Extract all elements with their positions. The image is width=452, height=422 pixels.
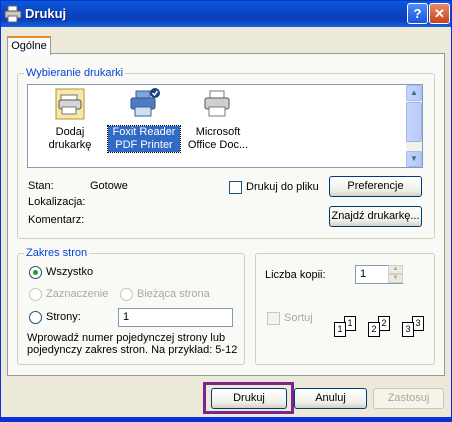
pages-input[interactable]: 1 bbox=[118, 308, 233, 327]
printer-icon bbox=[204, 90, 230, 117]
print-to-file-checkbox[interactable] bbox=[229, 181, 242, 194]
printer-label: Microsoft bbox=[195, 126, 241, 138]
range-current-page-radio[interactable] bbox=[120, 288, 133, 301]
location-label: Lokalizacja: bbox=[28, 196, 86, 208]
window-title: Drukuj bbox=[25, 6, 67, 21]
title-bar[interactable]: Drukuj ? ✕ bbox=[1, 1, 451, 27]
preferences-button[interactable]: Preferencje bbox=[329, 176, 422, 197]
range-pages-radio[interactable] bbox=[29, 311, 42, 324]
status-label: Stan: bbox=[28, 180, 54, 192]
collate-page: 2 bbox=[368, 322, 380, 337]
range-current-page-label[interactable]: Bieżąca strona bbox=[137, 288, 210, 300]
status-value: Gotowe bbox=[90, 180, 128, 192]
page-range-hint: Wprowadź numer pojedynczej strony lub po… bbox=[27, 332, 238, 356]
printer-icon bbox=[4, 5, 22, 23]
range-selection-label[interactable]: Zaznaczenie bbox=[46, 288, 108, 300]
spin-down-icon[interactable]: ▼ bbox=[388, 274, 403, 283]
printer-label: PDF Printer bbox=[115, 139, 173, 151]
scroll-thumb[interactable] bbox=[406, 102, 422, 142]
tab-general[interactable]: Ogólne bbox=[7, 36, 51, 55]
printer-item-microsoft-office[interactable]: Microsoft Office Doc... bbox=[182, 85, 254, 152]
window-bottom-border bbox=[1, 417, 451, 421]
printer-icon bbox=[130, 88, 160, 117]
printer-selection-legend: Wybieranie drukarki bbox=[26, 67, 124, 79]
print-dialog: Drukuj ? ✕ Ogólne Wybieranie drukarki Do… bbox=[0, 0, 452, 422]
close-button[interactable]: ✕ bbox=[429, 3, 450, 24]
help-button[interactable]: ? bbox=[407, 3, 428, 24]
comment-label: Komentarz: bbox=[28, 214, 85, 226]
range-selection-radio[interactable] bbox=[29, 288, 42, 301]
printer-label: drukarkę bbox=[48, 139, 92, 151]
copies-spinner[interactable]: ▲ ▼ bbox=[388, 265, 403, 284]
printer-label: Dodaj bbox=[55, 126, 85, 138]
collate-checkbox[interactable] bbox=[267, 312, 280, 325]
collate-page: 1 bbox=[334, 322, 346, 337]
range-pages-label[interactable]: Strony: bbox=[46, 311, 81, 323]
add-printer-icon bbox=[55, 88, 85, 120]
copies-label: Liczba kopii: bbox=[265, 269, 326, 281]
printer-item-add[interactable]: Dodaj drukarkę bbox=[34, 85, 106, 152]
printer-list[interactable]: Dodaj drukarkę Foxit Reader PDF Printer Mi… bbox=[27, 84, 423, 168]
printer-label: Foxit Reader bbox=[112, 126, 176, 138]
cancel-button[interactable]: Anuluj bbox=[294, 388, 367, 409]
scroll-down-icon[interactable]: ▼ bbox=[406, 151, 422, 167]
apply-button[interactable]: Zastosuj bbox=[373, 388, 444, 409]
find-printer-button[interactable]: Znajdź drukarkę... bbox=[329, 206, 422, 227]
printer-item-foxit[interactable]: Foxit Reader PDF Printer bbox=[107, 85, 181, 153]
collate-page: 3 bbox=[402, 322, 414, 337]
range-all-radio[interactable] bbox=[29, 266, 42, 279]
print-button[interactable]: Drukuj bbox=[211, 388, 287, 409]
range-all-label[interactable]: Wszystko bbox=[46, 266, 93, 278]
print-to-file-label[interactable]: Drukuj do pliku bbox=[246, 181, 319, 193]
printer-list-scrollbar[interactable]: ▲ ▼ bbox=[406, 85, 422, 167]
scroll-up-icon[interactable]: ▲ bbox=[406, 85, 422, 101]
printer-label: Office Doc... bbox=[187, 139, 249, 151]
page-range-legend: Zakres stron bbox=[26, 247, 88, 259]
spin-up-icon[interactable]: ▲ bbox=[388, 265, 403, 274]
collate-label[interactable]: Sortuj bbox=[284, 312, 313, 324]
